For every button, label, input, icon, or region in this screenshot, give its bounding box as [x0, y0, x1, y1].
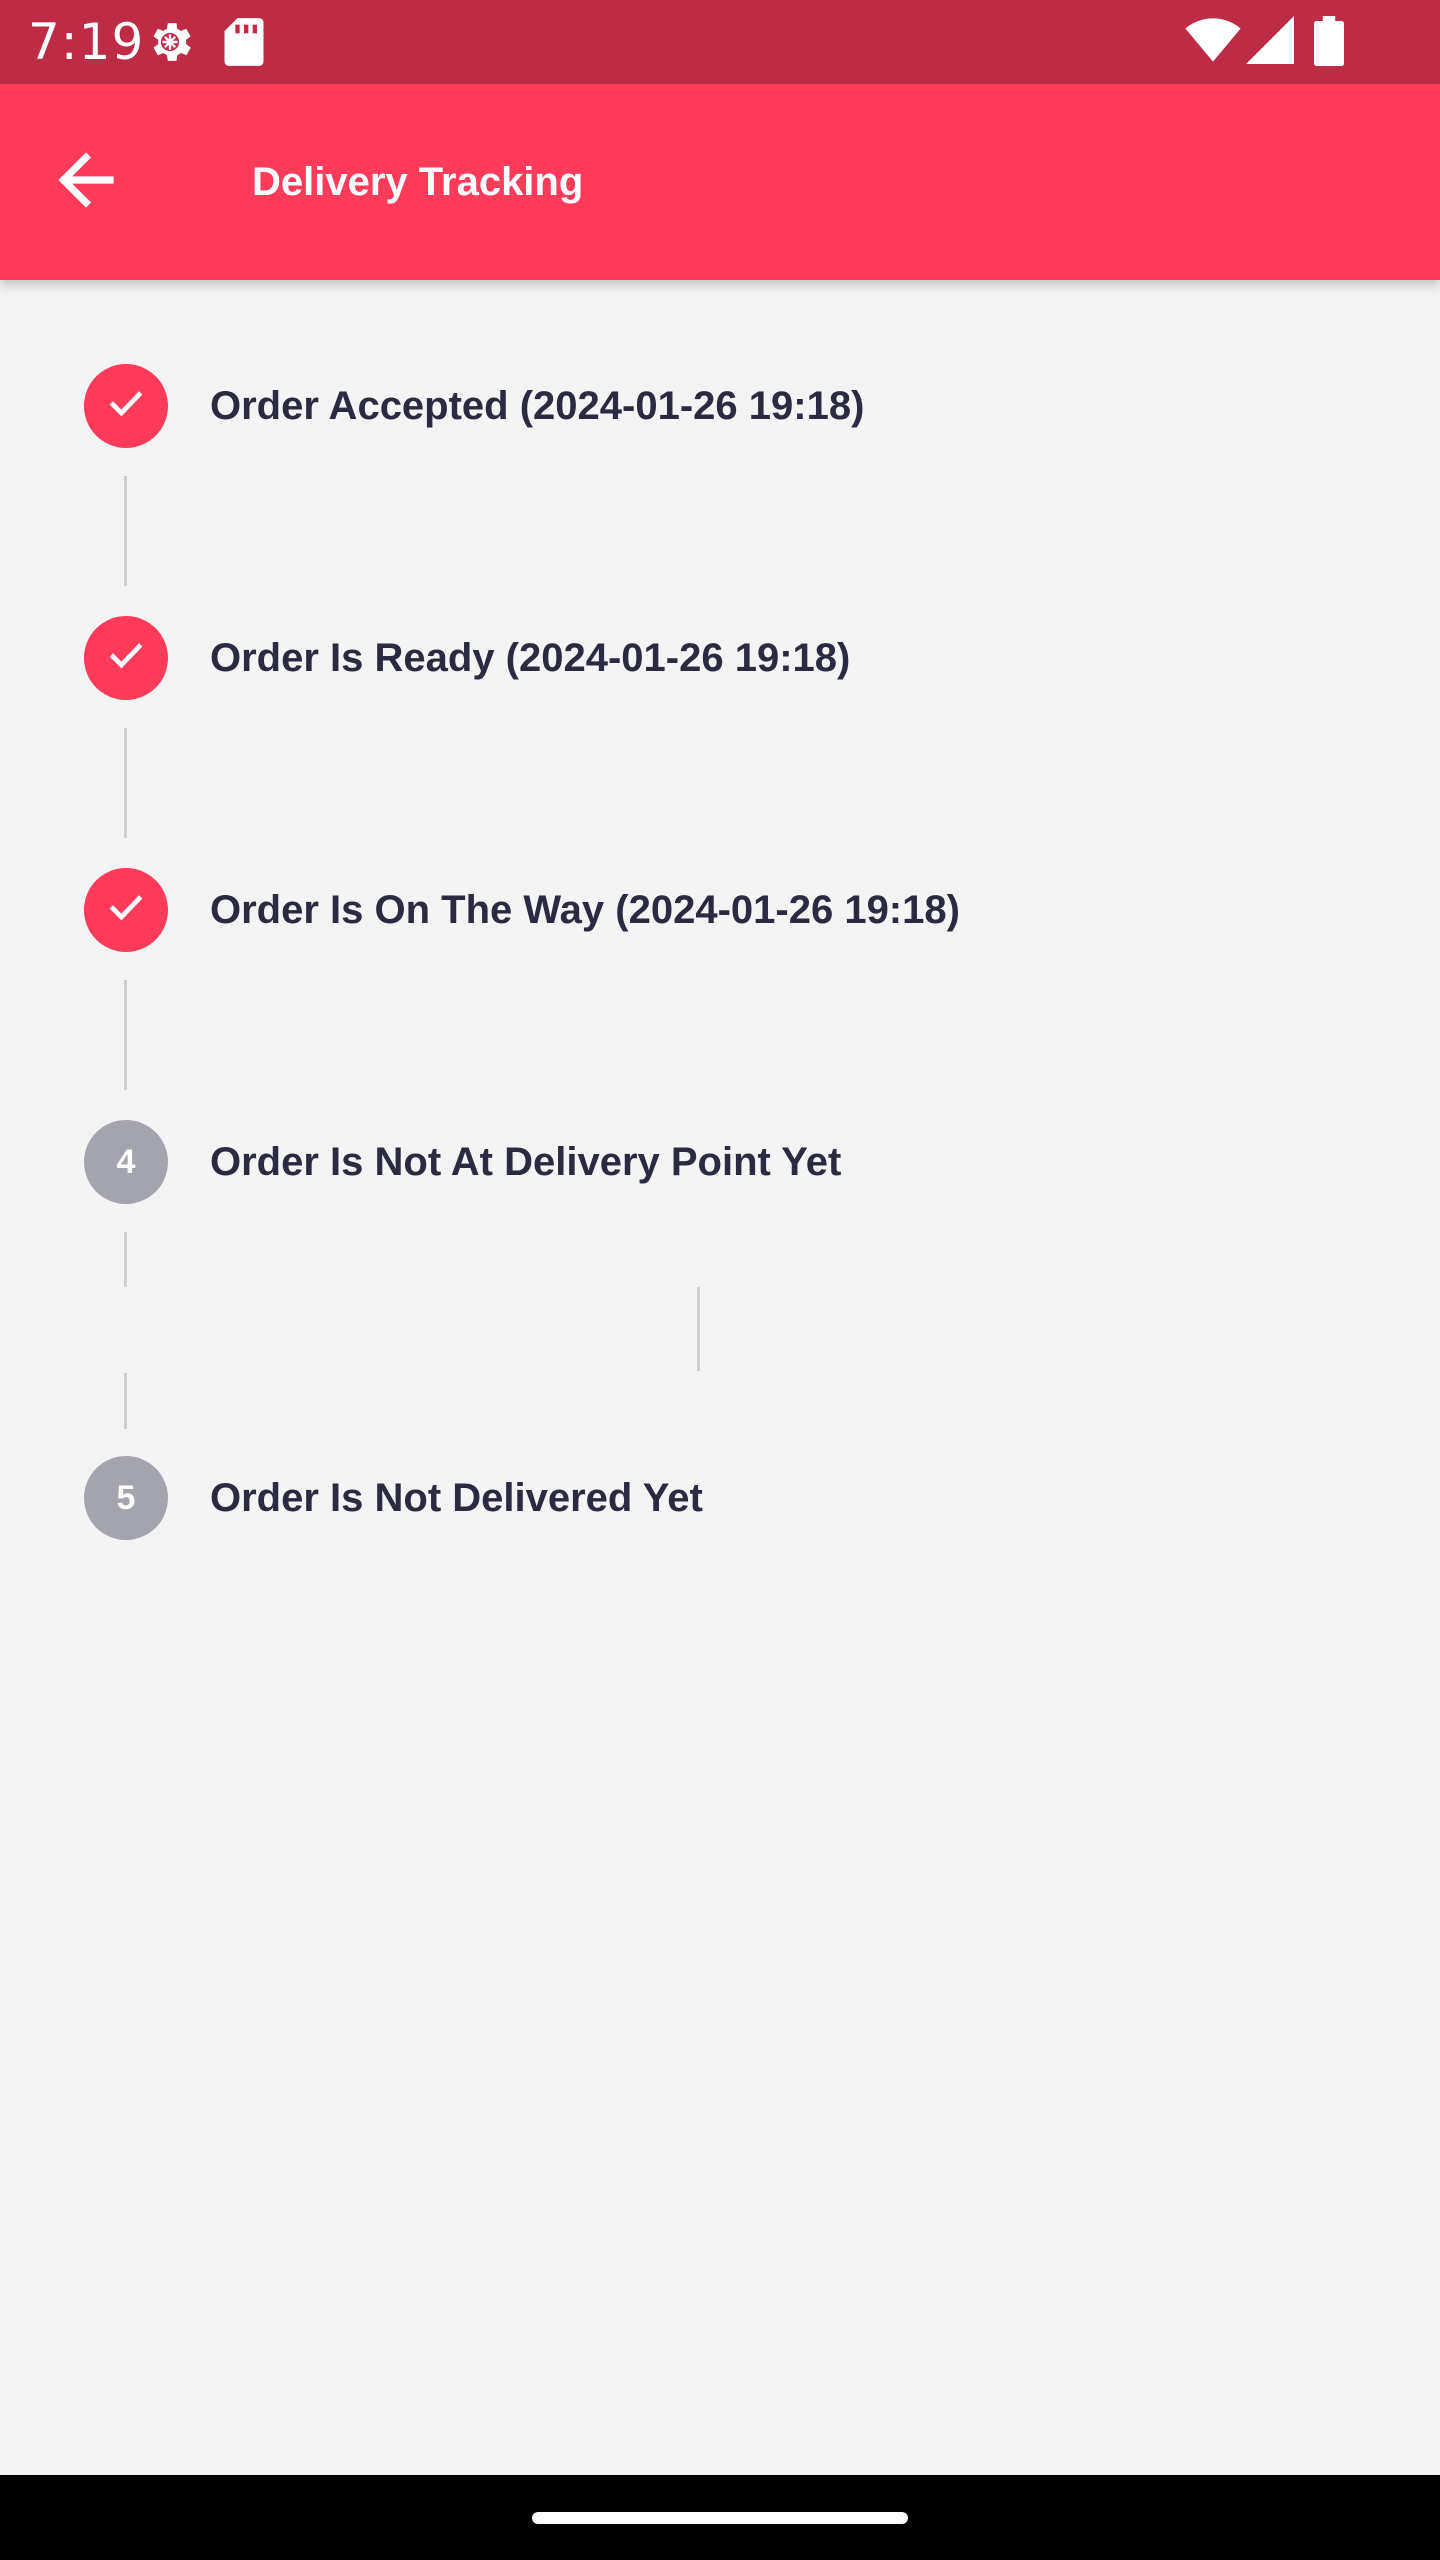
step-marker-pending: 4	[84, 1120, 168, 1204]
wifi-icon	[1184, 16, 1242, 69]
step-label: Order Is Not Delivered Yet	[210, 1475, 703, 1520]
page-title: Delivery Tracking	[252, 159, 584, 204]
timeline-step-order-on-the-way[interactable]: Order Is On The Way (2024-01-26 19:18)	[84, 868, 1384, 952]
timeline-step-delivered[interactable]: 5 Order Is Not Delivered Yet	[84, 1456, 1384, 1540]
timeline-step-order-ready[interactable]: Order Is Ready (2024-01-26 19:18)	[84, 616, 1384, 700]
timeline-step-order-accepted[interactable]: Order Accepted (2024-01-26 19:18)	[84, 364, 1384, 448]
delivery-timeline: Order Accepted (2024-01-26 19:18) Order …	[0, 280, 1440, 2475]
arrow-back-icon	[50, 144, 122, 221]
app-bar: Delivery Tracking	[0, 84, 1440, 280]
timeline-connector	[124, 728, 127, 838]
step-number: 5	[116, 1478, 136, 1517]
check-icon	[104, 884, 148, 937]
step-label: Order Accepted (2024-01-26 19:18)	[210, 383, 865, 428]
timeline-step-delivery-point[interactable]: 4 Order Is Not At Delivery Point Yet	[84, 1120, 1384, 1204]
status-bar: 7:19	[0, 0, 1440, 84]
battery-icon	[1314, 16, 1344, 71]
cellular-signal-icon	[1246, 16, 1294, 69]
step-marker-done	[84, 868, 168, 952]
step-label: Order Is Not At Delivery Point Yet	[210, 1139, 842, 1184]
check-icon	[104, 380, 148, 433]
timeline-connector	[124, 1232, 127, 1287]
timeline-connector	[124, 980, 127, 1090]
step-marker-done	[84, 364, 168, 448]
home-indicator[interactable]	[532, 2512, 908, 2524]
back-button[interactable]	[38, 134, 134, 230]
sd-card-icon	[222, 16, 266, 73]
status-time: 7:19	[28, 13, 145, 71]
step-marker-pending: 5	[84, 1456, 168, 1540]
step-number: 4	[116, 1142, 136, 1181]
check-icon	[104, 632, 148, 685]
step-label: Order Is On The Way (2024-01-26 19:18)	[210, 887, 960, 932]
progress-divider	[697, 1287, 700, 1371]
timeline-connector	[124, 1373, 127, 1429]
settings-gear-icon	[144, 16, 196, 73]
step-label: Order Is Ready (2024-01-26 19:18)	[210, 635, 851, 680]
timeline-connector	[124, 476, 127, 586]
step-marker-done	[84, 616, 168, 700]
